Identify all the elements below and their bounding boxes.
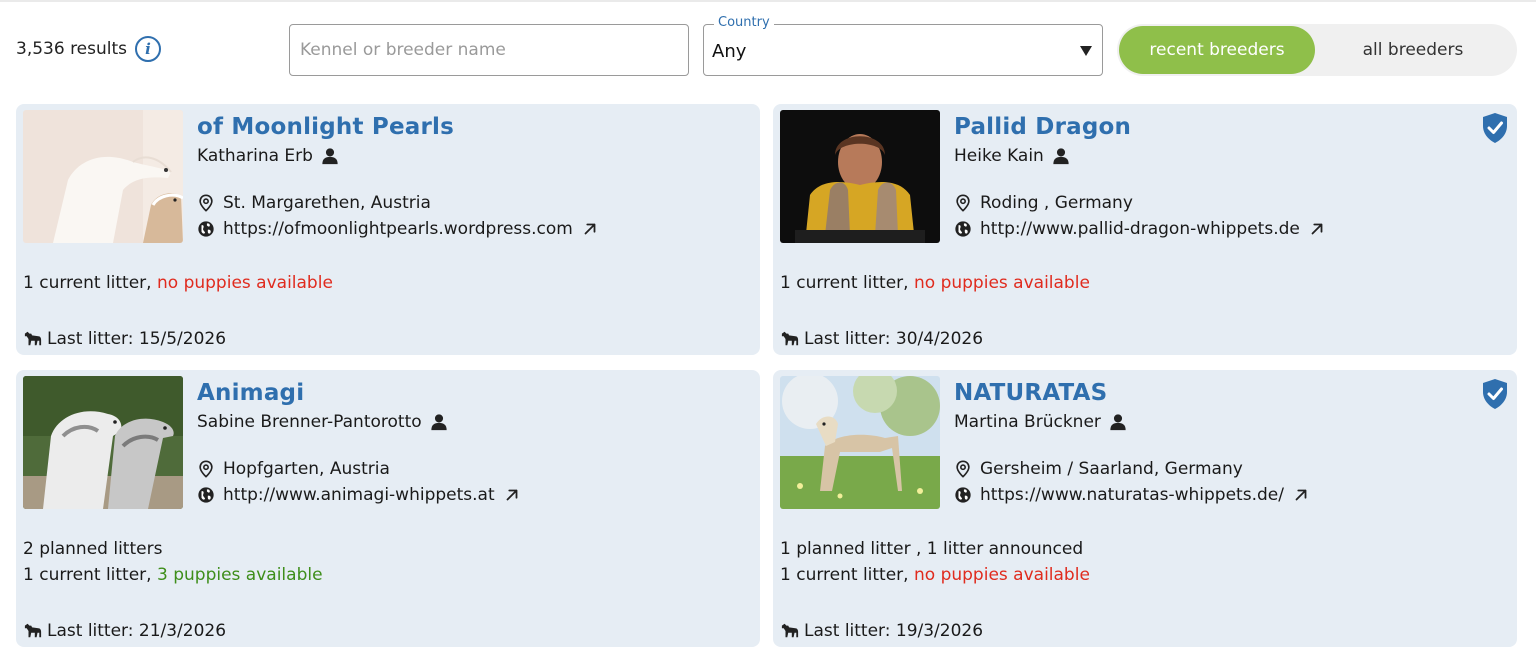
results-count: 3,536 results i: [16, 36, 162, 62]
location-text: Roding , Germany: [980, 193, 1133, 213]
last-litter: Last litter: 15/5/2026: [23, 329, 226, 349]
last-litter-text: Last litter: 19/3/2026: [804, 621, 984, 641]
breeder-name-text: Katharina Erb: [197, 146, 313, 166]
country-select-value: Any: [712, 41, 747, 62]
kennel-name-link[interactable]: Pallid Dragon: [954, 114, 1131, 140]
current-litter-text: 1 current litter,: [780, 565, 909, 585]
breeder-card[interactable]: Pallid Dragon Heike Kain Roding , German…: [773, 104, 1517, 355]
location-pin-icon: [954, 460, 972, 478]
kennel-search-input[interactable]: [289, 24, 689, 76]
litter-status: 1 current litter, no puppies available: [23, 270, 333, 296]
external-link-icon[interactable]: [1292, 486, 1310, 504]
puppy-availability: no puppies available: [914, 273, 1090, 293]
country-select-label: Country: [714, 15, 774, 30]
location-pin-icon: [197, 460, 215, 478]
location-text: Hopfgarten, Austria: [223, 459, 390, 479]
breeder-name: Sabine Brenner-Pantorotto: [197, 412, 448, 432]
dog-icon: [780, 622, 800, 640]
breeder-name: Katharina Erb: [197, 146, 339, 166]
breeder-card[interactable]: Animagi Sabine Brenner-Pantorotto Hopfga…: [16, 370, 760, 647]
globe-icon: [197, 486, 215, 504]
external-link-icon[interactable]: [1308, 220, 1326, 238]
chevron-down-icon[interactable]: [1080, 46, 1092, 56]
person-icon: [321, 147, 339, 165]
website-link[interactable]: http://www.animagi-whippets.at: [223, 485, 495, 505]
breeder-location: St. Margarethen, Austria: [197, 193, 431, 213]
kennel-photo[interactable]: [780, 376, 940, 509]
external-link-icon[interactable]: [581, 220, 599, 238]
breeder-location: Gersheim / Saarland, Germany: [954, 459, 1243, 479]
last-litter-text: Last litter: 21/3/2026: [47, 621, 227, 641]
current-litter-text: 1 current litter,: [780, 273, 909, 293]
verified-shield-icon: [1481, 378, 1509, 410]
location-pin-icon: [197, 194, 215, 212]
litter-status: 1 current litter, no puppies available: [780, 270, 1090, 296]
person-icon: [1052, 147, 1070, 165]
current-litter-line: 1 current litter, no puppies available: [23, 270, 333, 296]
location-text: Gersheim / Saarland, Germany: [980, 459, 1243, 479]
location-pin-icon: [954, 194, 972, 212]
last-litter-text: Last litter: 15/5/2026: [47, 329, 227, 349]
breeder-name-text: Martina Brückner: [954, 412, 1101, 432]
current-litter-text: 1 current litter,: [23, 565, 152, 585]
dog-icon: [780, 330, 800, 348]
puppy-availability: no puppies available: [157, 273, 333, 293]
info-icon[interactable]: i: [135, 36, 162, 62]
breeder-website[interactable]: http://www.pallid-dragon-whippets.de: [954, 219, 1326, 239]
all-breeders-button[interactable]: all breeders: [1315, 26, 1511, 74]
breeder-name-text: Sabine Brenner-Pantorotto: [197, 412, 422, 432]
website-link[interactable]: https://ofmoonlightpearls.wordpress.com: [223, 219, 573, 239]
country-select[interactable]: Country Any: [703, 15, 1103, 76]
litter-status: 1 planned litter , 1 litter announced 1 …: [780, 536, 1090, 588]
breeder-location: Hopfgarten, Austria: [197, 459, 390, 479]
planned-litter-line: 1 planned litter , 1 litter announced: [780, 539, 1084, 559]
current-litter-line: 1 current litter, 3 puppies available: [23, 562, 323, 588]
kennel-photo[interactable]: [23, 376, 183, 509]
results-count-text: 3,536 results: [16, 39, 128, 59]
globe-icon: [954, 220, 972, 238]
kennel-name-link[interactable]: of Moonlight Pearls: [197, 114, 454, 140]
breeder-filter-toggle: recent breeders all breeders: [1117, 24, 1517, 76]
litter-status: 2 planned litters 1 current litter, 3 pu…: [23, 536, 323, 588]
breeder-website[interactable]: https://ofmoonlightpearls.wordpress.com: [197, 219, 599, 239]
breeder-card[interactable]: of Moonlight Pearls Katharina Erb St. Ma…: [16, 104, 760, 355]
breeder-website[interactable]: http://www.animagi-whippets.at: [197, 485, 521, 505]
website-link[interactable]: http://www.pallid-dragon-whippets.de: [980, 219, 1300, 239]
puppy-availability: no puppies available: [914, 565, 1090, 585]
breeder-website[interactable]: https://www.naturatas-whippets.de/: [954, 485, 1310, 505]
kennel-photo[interactable]: [780, 110, 940, 243]
current-litter-line: 1 current litter, no puppies available: [780, 562, 1090, 588]
planned-litter-line: 2 planned litters: [23, 539, 163, 559]
kennel-photo[interactable]: [23, 110, 183, 243]
last-litter-text: Last litter: 30/4/2026: [804, 329, 984, 349]
website-link[interactable]: https://www.naturatas-whippets.de/: [980, 485, 1284, 505]
last-litter: Last litter: 30/4/2026: [780, 329, 983, 349]
person-icon: [1109, 413, 1127, 431]
globe-icon: [954, 486, 972, 504]
filter-toolbar: 3,536 results i Country Any recent breed…: [0, 0, 1536, 100]
dog-icon: [23, 330, 43, 348]
last-litter: Last litter: 19/3/2026: [780, 621, 983, 641]
recent-breeders-button[interactable]: recent breeders: [1119, 26, 1315, 74]
current-litter-line: 1 current litter, no puppies available: [780, 270, 1090, 296]
breeder-name-text: Heike Kain: [954, 146, 1044, 166]
kennel-name-link[interactable]: NATURATAS: [954, 380, 1107, 406]
kennel-name-link[interactable]: Animagi: [197, 380, 304, 406]
person-icon: [430, 413, 448, 431]
last-litter: Last litter: 21/3/2026: [23, 621, 226, 641]
breeder-card[interactable]: NATURATAS Martina Brückner Gersheim / Sa…: [773, 370, 1517, 647]
puppy-availability: 3 puppies available: [157, 565, 323, 585]
dog-icon: [23, 622, 43, 640]
globe-icon: [197, 220, 215, 238]
verified-shield-icon: [1481, 112, 1509, 144]
external-link-icon[interactable]: [503, 486, 521, 504]
breeder-location: Roding , Germany: [954, 193, 1133, 213]
breeder-name: Martina Brückner: [954, 412, 1127, 432]
breeder-name: Heike Kain: [954, 146, 1070, 166]
current-litter-text: 1 current litter,: [23, 273, 152, 293]
location-text: St. Margarethen, Austria: [223, 193, 431, 213]
